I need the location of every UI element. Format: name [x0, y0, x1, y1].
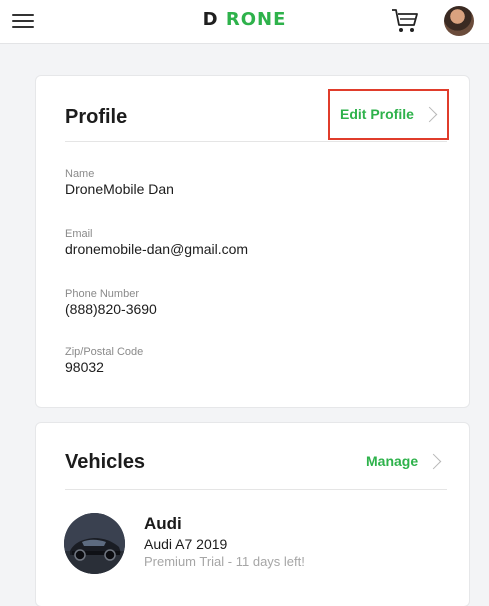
phone-field: Phone Number (888)820-3690 [65, 288, 157, 318]
user-avatar[interactable] [444, 6, 474, 36]
email-value: dronemobile-dan@gmail.com [65, 241, 249, 257]
phone-label: Phone Number [65, 288, 139, 300]
zip-field: Zip/Postal Code 98032 [65, 346, 143, 376]
vehicle-trial-status: Premium Trial - 11 days left! [144, 554, 305, 569]
divider [65, 489, 447, 490]
email-field: Email dronemobile-dan@gmail.com [65, 228, 248, 258]
name-field: Name DroneMobile Dan [65, 168, 174, 198]
zip-value: 98032 [65, 359, 104, 375]
logo-text: D [202, 9, 219, 30]
vehicles-title: Vehicles [65, 451, 146, 473]
vehicle-model: Audi A7 2019 [144, 536, 228, 552]
email-label: Email [65, 228, 93, 240]
manage-vehicles-button[interactable]: Manage [366, 453, 442, 469]
chevron-right-icon [425, 453, 442, 469]
edit-profile-button[interactable]: Edit Profile [340, 106, 438, 122]
vehicle-name: Audi [144, 514, 182, 533]
logo-text-rest: RONE [225, 9, 287, 30]
name-label: Name [65, 168, 95, 180]
divider [65, 141, 447, 142]
vehicles-card: Vehicles Manage Audi Audi A7 2019 Premiu… [35, 422, 470, 606]
phone-value: (888)820-3690 [65, 301, 157, 317]
shopping-cart-icon[interactable] [391, 8, 419, 34]
car-icon [64, 513, 125, 574]
zip-label: Zip/Postal Code [65, 346, 144, 358]
profile-card: Profile Edit Profile Name DroneMobile Da… [35, 75, 470, 408]
vehicle-image[interactable] [64, 513, 125, 574]
chevron-right-icon [421, 106, 438, 122]
edit-profile-label: Edit Profile [340, 106, 414, 122]
profile-title: Profile [65, 106, 128, 128]
name-value: DroneMobile Dan [65, 181, 174, 197]
manage-label: Manage [366, 453, 419, 469]
app-header: D RONE [0, 0, 489, 44]
